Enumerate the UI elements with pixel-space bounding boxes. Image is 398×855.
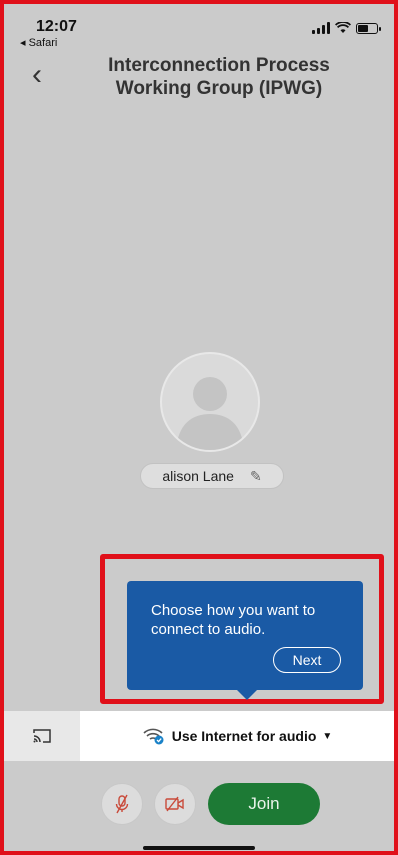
participant-name: alison Lane	[162, 468, 234, 484]
wifi-audio-icon	[143, 728, 164, 745]
battery-level	[358, 24, 368, 32]
video-off-icon	[165, 796, 184, 812]
meeting-title: Interconnection Process Working Group (I…	[108, 55, 330, 99]
chevron-down-icon: ▼	[322, 730, 333, 742]
wifi-icon	[335, 22, 351, 33]
audio-tooltip: Choose how you want to connect to audio.…	[127, 581, 363, 700]
next-button[interactable]: Next	[273, 647, 341, 673]
avatar-icon	[176, 377, 244, 450]
status-time: 12:07	[36, 18, 77, 35]
cast-button[interactable]	[4, 711, 80, 761]
join-button[interactable]: Join	[208, 783, 320, 825]
audio-bar: Use Internet for audio ▼	[4, 711, 394, 761]
app-frame: 12:07 ◂ Safari ‹ Interconnection Process…	[0, 0, 398, 855]
video-button[interactable]	[154, 783, 196, 825]
mute-button[interactable]	[101, 783, 143, 825]
mic-muted-icon	[115, 794, 129, 814]
tooltip-text: Choose how you want to connect to audio.	[151, 602, 316, 638]
audio-option-select[interactable]: Use Internet for audio ▼	[80, 711, 394, 761]
participant-name-pill[interactable]: alison Lane ✎	[140, 463, 284, 489]
back-to-app-link[interactable]: ◂ Safari	[20, 36, 57, 49]
signal-icon	[312, 22, 330, 34]
cast-icon	[33, 729, 51, 743]
pencil-icon[interactable]: ✎	[250, 468, 262, 485]
battery-icon	[356, 22, 381, 34]
status-icons	[312, 22, 381, 34]
audio-option-label: Use Internet for audio	[171, 728, 317, 744]
meeting-controls: Join	[4, 761, 394, 851]
back-chevron-icon[interactable]: ‹	[32, 60, 42, 90]
avatar	[160, 352, 260, 452]
home-indicator	[143, 846, 255, 850]
